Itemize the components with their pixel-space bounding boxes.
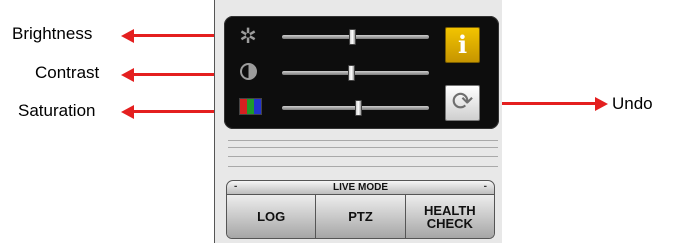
saturation-slider-thumb[interactable]	[354, 100, 362, 116]
saturation-icon	[239, 98, 262, 115]
tab-log-label: LOG	[257, 209, 286, 224]
list-line	[228, 140, 498, 141]
undo-button[interactable]: ⟳	[445, 85, 480, 121]
brightness-arrow-head	[121, 29, 134, 43]
info-button[interactable]: i	[445, 27, 480, 63]
contrast-icon	[240, 63, 257, 80]
undo-arrow-head	[595, 97, 608, 111]
mode-bar-label: LIVE MODE	[332, 182, 388, 193]
brightness-arrow	[133, 34, 226, 37]
tab-ptz-label: PTZ	[348, 209, 373, 224]
saturation-icon-blue	[254, 99, 261, 114]
list-line	[228, 156, 498, 157]
list-line	[228, 147, 498, 148]
mode-bar-left-mark: -	[234, 181, 238, 192]
brightness-callout-label: Brightness	[12, 24, 93, 43]
contrast-arrow-head	[121, 68, 134, 82]
contrast-callout-label: Contrast	[35, 63, 100, 82]
saturation-arrow	[133, 110, 226, 113]
brightness-icon: ✲	[239, 24, 257, 48]
contrast-arrow	[133, 73, 226, 76]
mode-tabs: LOG PTZ HEALTH CHECK	[226, 195, 495, 239]
undo-callout-label: Undo	[612, 94, 653, 113]
contrast-slider-track[interactable]	[282, 71, 429, 75]
saturation-callout-label: Saturation	[18, 101, 96, 120]
mode-bar-right-mark: -	[483, 181, 487, 192]
saturation-arrow-head	[121, 105, 134, 119]
refresh-icon: ⟳	[451, 87, 474, 117]
live-mode-bar[interactable]: - LIVE MODE -	[226, 180, 495, 195]
list-line	[228, 166, 498, 167]
tab-health-check-label: HEALTH CHECK	[423, 202, 476, 231]
brightness-slider-thumb[interactable]	[349, 29, 357, 45]
tab-log[interactable]: LOG	[227, 195, 316, 238]
contrast-slider-thumb[interactable]	[347, 65, 355, 81]
saturation-icon-green	[247, 99, 254, 114]
saturation-icon-red	[240, 99, 247, 114]
tab-health-check[interactable]: HEALTH CHECK	[404, 195, 494, 238]
tab-ptz[interactable]: PTZ	[315, 195, 405, 238]
